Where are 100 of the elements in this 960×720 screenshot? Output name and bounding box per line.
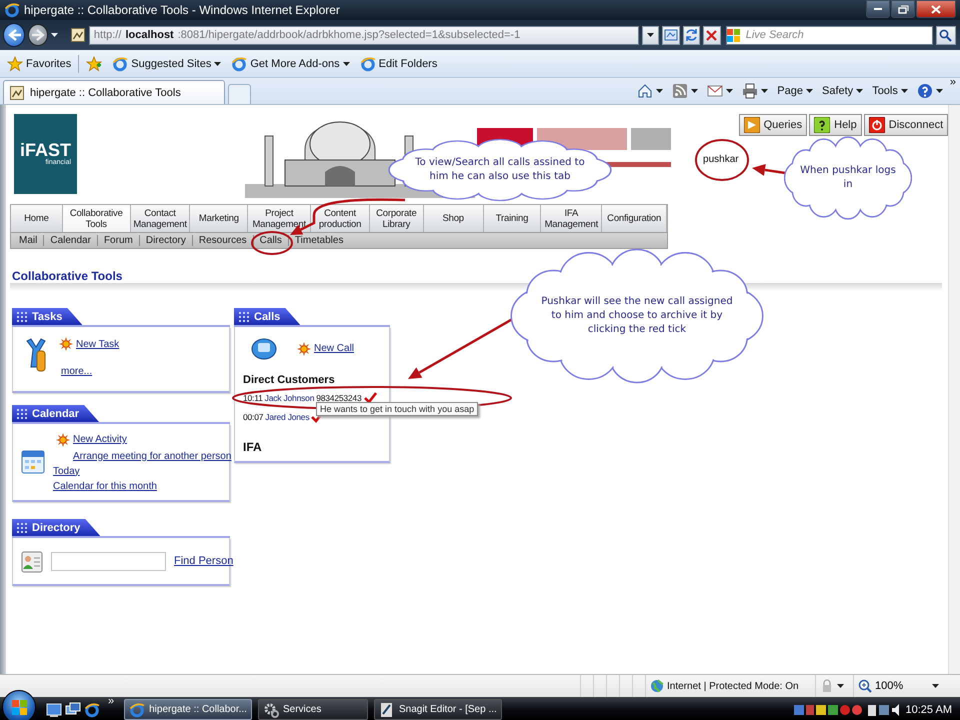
search-button[interactable] bbox=[936, 26, 956, 44]
taskbar-button[interactable]: Snagit Editor - [Sep ... bbox=[374, 699, 502, 720]
lock-icon bbox=[820, 679, 834, 693]
panel-title: Tasks bbox=[32, 310, 62, 322]
taskbar-button[interactable]: Services bbox=[258, 699, 368, 720]
browser-icon bbox=[360, 56, 376, 72]
grip-icon bbox=[17, 522, 27, 532]
nav-tab[interactable]: Shop bbox=[424, 205, 484, 232]
nav-tab[interactable]: Home bbox=[11, 205, 63, 232]
section-heading: IFA bbox=[242, 440, 263, 454]
more-button[interactable]: » bbox=[950, 76, 956, 88]
caret-icon bbox=[900, 89, 908, 93]
link[interactable]: Today bbox=[53, 466, 80, 476]
more-link[interactable]: more... bbox=[61, 366, 92, 377]
search-field[interactable]: Live Search bbox=[726, 26, 933, 44]
search-field[interactable] bbox=[51, 552, 166, 570]
feed-button[interactable] bbox=[670, 82, 700, 100]
print-button[interactable] bbox=[740, 82, 770, 100]
panel-title: Calls bbox=[254, 310, 280, 322]
refresh-icon bbox=[684, 28, 698, 42]
start-button[interactable] bbox=[2, 690, 36, 720]
nav-tab[interactable]: Training bbox=[484, 205, 542, 232]
calendar-icon bbox=[21, 448, 45, 476]
dropdown-button[interactable] bbox=[642, 26, 660, 44]
caret-icon bbox=[932, 684, 939, 688]
favorites-link[interactable]: Get More Add-ons bbox=[228, 54, 353, 74]
tooltip: He wants to get in touch with you asap bbox=[316, 402, 478, 416]
search-icon bbox=[939, 28, 952, 42]
nav-tab[interactable]: Marketing bbox=[190, 205, 248, 232]
link[interactable]: New Task bbox=[76, 338, 120, 350]
caret-icon bbox=[761, 89, 768, 93]
nav-tab[interactable]: Project Management bbox=[248, 205, 312, 232]
subnav-link[interactable]: Calendar bbox=[43, 235, 97, 246]
subnav-link[interactable]: Directory bbox=[138, 235, 192, 246]
caret-icon[interactable] bbox=[51, 33, 58, 37]
caller-link[interactable]: Jared Jones bbox=[265, 412, 310, 422]
link[interactable]: New Call bbox=[314, 343, 354, 354]
nav-tab[interactable]: Content production bbox=[311, 205, 370, 232]
favorites-link[interactable]: Suggested Sites bbox=[109, 54, 224, 74]
address-field[interactable]: http://localhost:8081/hipergate/addrbook/adrbkhome.jsp?selected=1&subselected=-1 bbox=[88, 26, 639, 44]
nav-tab[interactable]: Corporate Library bbox=[370, 205, 424, 232]
link[interactable]: New Activity bbox=[73, 434, 127, 445]
callout-text: When pushkar logs in bbox=[799, 164, 897, 192]
stop-button[interactable] bbox=[703, 26, 721, 44]
scroll-bar[interactable] bbox=[948, 105, 960, 674]
restore-button[interactable] bbox=[891, 0, 915, 18]
browser-icon bbox=[129, 702, 146, 718]
menu-button[interactable]: Page bbox=[775, 84, 815, 98]
caret-icon bbox=[856, 89, 864, 93]
callout-text: To view/Search all calls assined to him he can also use this tab bbox=[414, 156, 586, 184]
caret-icon bbox=[214, 62, 222, 66]
subnav-link[interactable]: Calls bbox=[252, 235, 288, 246]
compatibility-button[interactable] bbox=[662, 26, 680, 44]
forward-button[interactable] bbox=[28, 24, 48, 46]
desktop-icon[interactable] bbox=[46, 702, 62, 718]
more-button[interactable]: » bbox=[108, 691, 114, 707]
section-heading: Direct Customers bbox=[242, 374, 336, 386]
link[interactable]: Calendar for this month bbox=[53, 480, 157, 492]
menu-button[interactable]: Tools bbox=[870, 84, 910, 98]
favorites-button[interactable]: Favorites bbox=[4, 54, 74, 74]
back-arrow-icon bbox=[6, 28, 22, 42]
back-button[interactable] bbox=[3, 23, 26, 47]
menu-button[interactable]: Safety bbox=[820, 84, 866, 98]
sunburst-icon bbox=[297, 342, 311, 356]
nav-tab[interactable]: Contact Management bbox=[130, 205, 190, 232]
close-button[interactable] bbox=[916, 0, 956, 18]
panel-title: Directory bbox=[32, 522, 80, 534]
subnav-link[interactable]: Mail bbox=[13, 235, 44, 246]
caret-icon bbox=[936, 89, 943, 93]
nav-tab[interactable]: Configuration bbox=[602, 205, 668, 232]
taskbar-button[interactable]: hipergate :: Collabor... bbox=[124, 699, 252, 720]
page-title: Collaborative Tools bbox=[12, 269, 124, 283]
browser-icon[interactable] bbox=[84, 702, 100, 718]
nav-tab[interactable]: Collaborative Tools bbox=[62, 205, 131, 232]
browser-icon bbox=[231, 56, 248, 72]
subnav-link[interactable]: Forum bbox=[96, 235, 139, 246]
help-button[interactable]: Help bbox=[809, 114, 862, 136]
disconnect-button[interactable]: Disconnect bbox=[864, 114, 948, 136]
power-icon bbox=[868, 117, 885, 133]
grip-icon bbox=[239, 312, 249, 322]
minimize-button[interactable] bbox=[866, 0, 890, 18]
find-person-link[interactable]: Find Person bbox=[174, 555, 234, 567]
favorites-link[interactable]: Edit Folders bbox=[356, 54, 440, 74]
nav-tab[interactable]: IFA Management bbox=[541, 205, 602, 232]
queries-button[interactable]: Queries bbox=[738, 114, 808, 136]
link[interactable]: Arrange meeting for another person bbox=[73, 450, 232, 462]
phone-icon bbox=[251, 337, 277, 360]
windows-stack-icon[interactable] bbox=[65, 702, 81, 718]
browser-tab[interactable]: hipergate :: Collaborative Tools bbox=[3, 80, 225, 104]
page-icon bbox=[70, 27, 86, 43]
phone-number: 9834253243 bbox=[316, 392, 362, 402]
refresh-button[interactable] bbox=[682, 26, 700, 44]
subnav-link[interactable]: Resources bbox=[192, 235, 253, 246]
caret-icon bbox=[691, 89, 698, 93]
close-icon bbox=[931, 4, 941, 14]
caller-link[interactable]: Jack Johnson bbox=[264, 392, 314, 402]
call-time: 00:07 bbox=[243, 412, 264, 422]
check-icon[interactable] bbox=[364, 392, 376, 404]
callout-text: Pushkar will see the new call assigned to him and choose to archive it by clicking the red tick bbox=[540, 295, 734, 337]
clock: 10:25 AM bbox=[906, 704, 952, 716]
